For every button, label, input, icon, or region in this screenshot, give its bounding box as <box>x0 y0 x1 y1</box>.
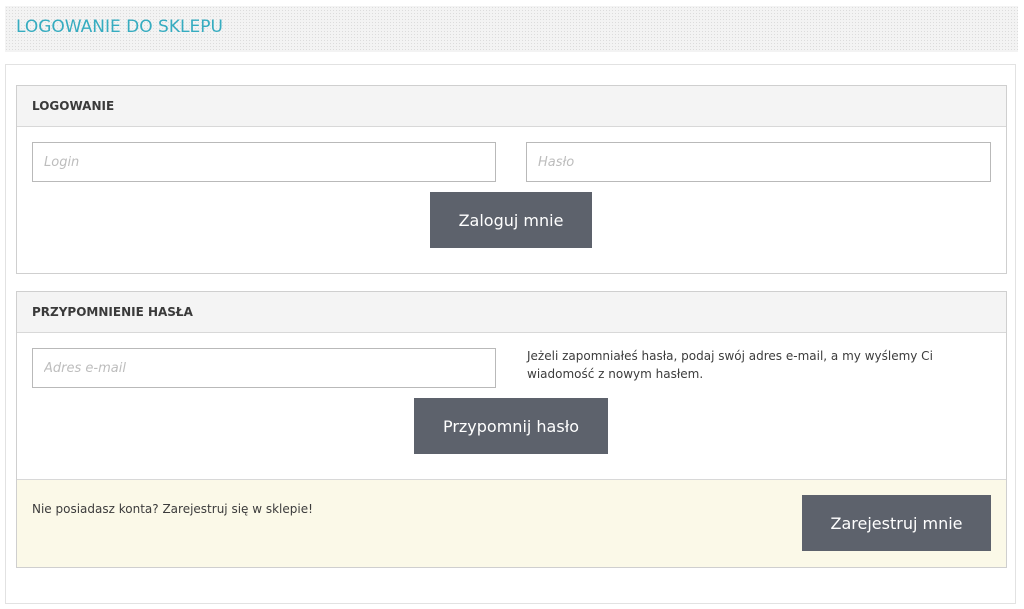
login-button[interactable]: Zaloguj mnie <box>430 192 592 248</box>
page-title: LOGOWANIE DO SKLEPU <box>16 17 223 37</box>
email-input[interactable] <box>32 348 496 388</box>
login-page-panel: LOGOWANIE Zaloguj mnie PRZYPOMNIENIE HAS… <box>5 64 1016 604</box>
reminder-box-header: PRZYPOMNIENIE HASŁA <box>17 292 1006 333</box>
remind-password-button[interactable]: Przypomnij hasło <box>414 398 608 454</box>
reminder-box: PRZYPOMNIENIE HASŁA Jeżeli zapomniałeś h… <box>16 291 1007 568</box>
password-input[interactable] <box>526 142 991 182</box>
login-input[interactable] <box>32 142 496 182</box>
reminder-box-title: PRZYPOMNIENIE HASŁA <box>32 305 193 319</box>
login-box-title: LOGOWANIE <box>32 99 115 113</box>
register-bar: Nie posiadasz konta? Zarejestruj się w s… <box>17 479 1006 567</box>
page-header: LOGOWANIE DO SKLEPU <box>5 6 1018 52</box>
register-button[interactable]: Zarejestruj mnie <box>802 495 991 551</box>
login-box: LOGOWANIE Zaloguj mnie <box>16 85 1007 274</box>
register-prompt-text: Nie posiadasz konta? Zarejestruj się w s… <box>32 502 313 516</box>
login-box-header: LOGOWANIE <box>17 86 1006 127</box>
reminder-info-text: Jeżeli zapomniałeś hasła, podaj swój adr… <box>527 349 933 381</box>
